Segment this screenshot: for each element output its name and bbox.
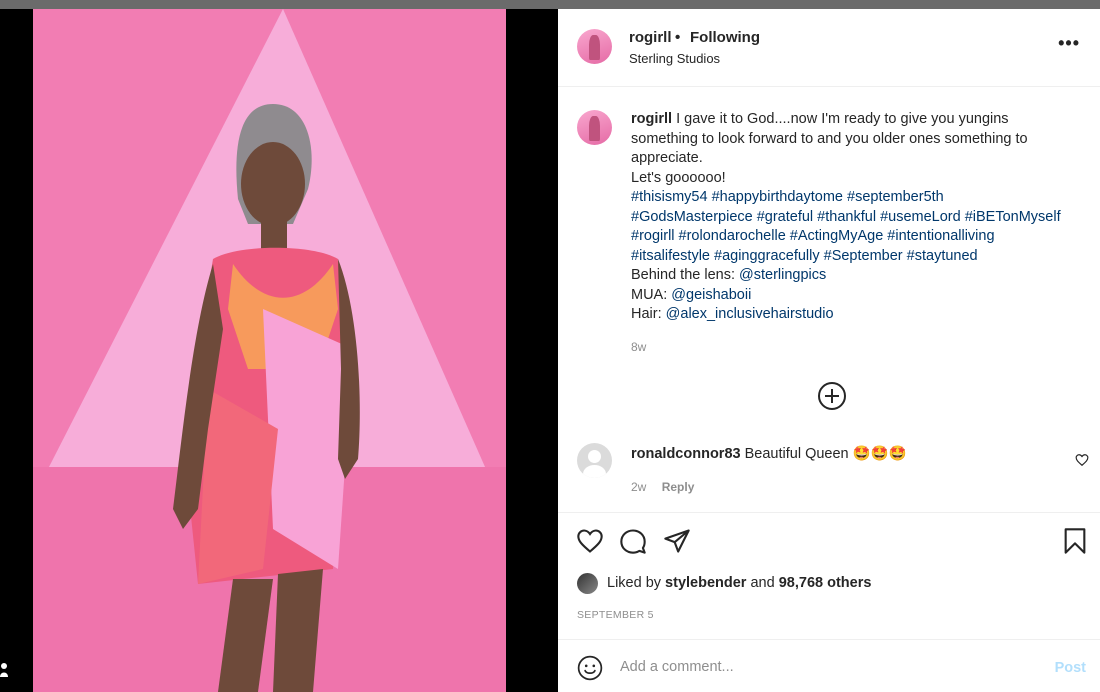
hashtag-line[interactable]: #thisismy54 #happybirthdaytome #septembe… [631, 188, 1086, 208]
post-actions-bar [558, 513, 1100, 571]
browser-top-strip [0, 0, 1100, 9]
post-location[interactable]: Sterling Studios [629, 51, 720, 66]
commenter-avatar[interactable] [577, 443, 612, 478]
save-bookmark-icon[interactable] [1061, 527, 1089, 555]
caption-line: rogirll I gave it to God....now I'm read… [631, 110, 1086, 130]
post-detail-panel: rogirll • Following Sterling Studios •••… [558, 9, 1100, 692]
caption-text: I gave it to God....now I'm ready to giv… [676, 111, 1009, 127]
credit-line: Behind the lens: @sterlingpics [631, 266, 1086, 286]
comment-time-ago[interactable]: 2w [631, 480, 646, 494]
caption-section: rogirll I gave it to God....now I'm read… [558, 88, 1100, 434]
following-button[interactable]: Following [690, 29, 760, 46]
comment-item: ronaldconnor83 Beautiful Queen 🤩🤩🤩 2w Re… [558, 434, 1100, 513]
reply-button[interactable]: Reply [662, 480, 695, 494]
post-header: rogirll • Following Sterling Studios ••• [558, 9, 1100, 87]
share-direct-icon[interactable] [663, 527, 691, 555]
hashtag-line[interactable]: #rogirll #rolondarochelle #ActingMyAge #… [631, 227, 1086, 247]
credit-label: MUA: [631, 286, 668, 303]
post-photo-art [33, 9, 506, 692]
caption-line: something to look forward to and you old… [631, 130, 1028, 147]
credit-label: Behind the lens: [631, 267, 735, 283]
likes-connector: and [750, 575, 775, 591]
credit-mention[interactable]: @sterlingpics [739, 267, 826, 283]
caption-username[interactable]: rogirll [631, 111, 672, 127]
add-comment-bar: Post [558, 639, 1100, 692]
caption-author-avatar[interactable] [577, 110, 612, 145]
caption-time-ago[interactable]: 8w [631, 340, 646, 354]
liker-avatar[interactable] [577, 573, 598, 594]
liked-by-username[interactable]: stylebender [665, 575, 746, 591]
add-comment-input[interactable] [620, 653, 1040, 681]
credit-mention[interactable]: @geishaboii [671, 287, 751, 303]
comment-like-heart-icon[interactable] [1075, 453, 1089, 467]
author-avatar[interactable] [577, 29, 612, 64]
hashtag-line[interactable]: #itsalifestyle #aginggracefully #Septemb… [631, 247, 1086, 267]
emoji-smiley-icon[interactable] [577, 655, 603, 681]
caption-line: appreciate. [631, 150, 703, 166]
credit-line: MUA: @geishaboii [631, 286, 1086, 306]
post-date[interactable]: SEPTEMBER 5 [577, 609, 654, 621]
credit-mention[interactable]: @alex_inclusivehairstudio [666, 306, 834, 322]
post-comment-button[interactable]: Post [1055, 660, 1086, 676]
photo-panel [0, 9, 558, 692]
comment-body: Beautiful Queen 🤩🤩🤩 [744, 446, 907, 462]
post-caption: rogirll I gave it to God....now I'm read… [631, 110, 1086, 325]
header-separator: • [675, 29, 681, 46]
commenter-username[interactable]: ronaldconnor83 [631, 446, 741, 462]
likes-prefix: Liked by [607, 575, 662, 591]
likes-others-count[interactable]: 98,768 others [779, 575, 872, 591]
author-username[interactable]: rogirll [629, 29, 672, 46]
credit-line: Hair: @alex_inclusivehairstudio [631, 305, 1086, 325]
comment-bubble-icon[interactable] [619, 527, 647, 555]
comment-text: ronaldconnor83 Beautiful Queen 🤩🤩🤩 [631, 445, 907, 462]
user-icon [0, 663, 8, 677]
load-more-comments-icon[interactable] [818, 382, 846, 410]
comment-meta: 2w Reply [631, 480, 694, 494]
like-heart-icon[interactable] [576, 527, 604, 555]
post-photo[interactable] [33, 9, 506, 692]
likes-text: Liked by stylebender and 98,768 others [607, 575, 871, 591]
hashtag-line[interactable]: #GodsMasterpiece #grateful #thankful #us… [631, 208, 1086, 228]
caption-line: Let's goooooo! [631, 169, 726, 186]
more-options-icon[interactable]: ••• [1058, 33, 1080, 54]
credit-label: Hair: [631, 306, 662, 322]
